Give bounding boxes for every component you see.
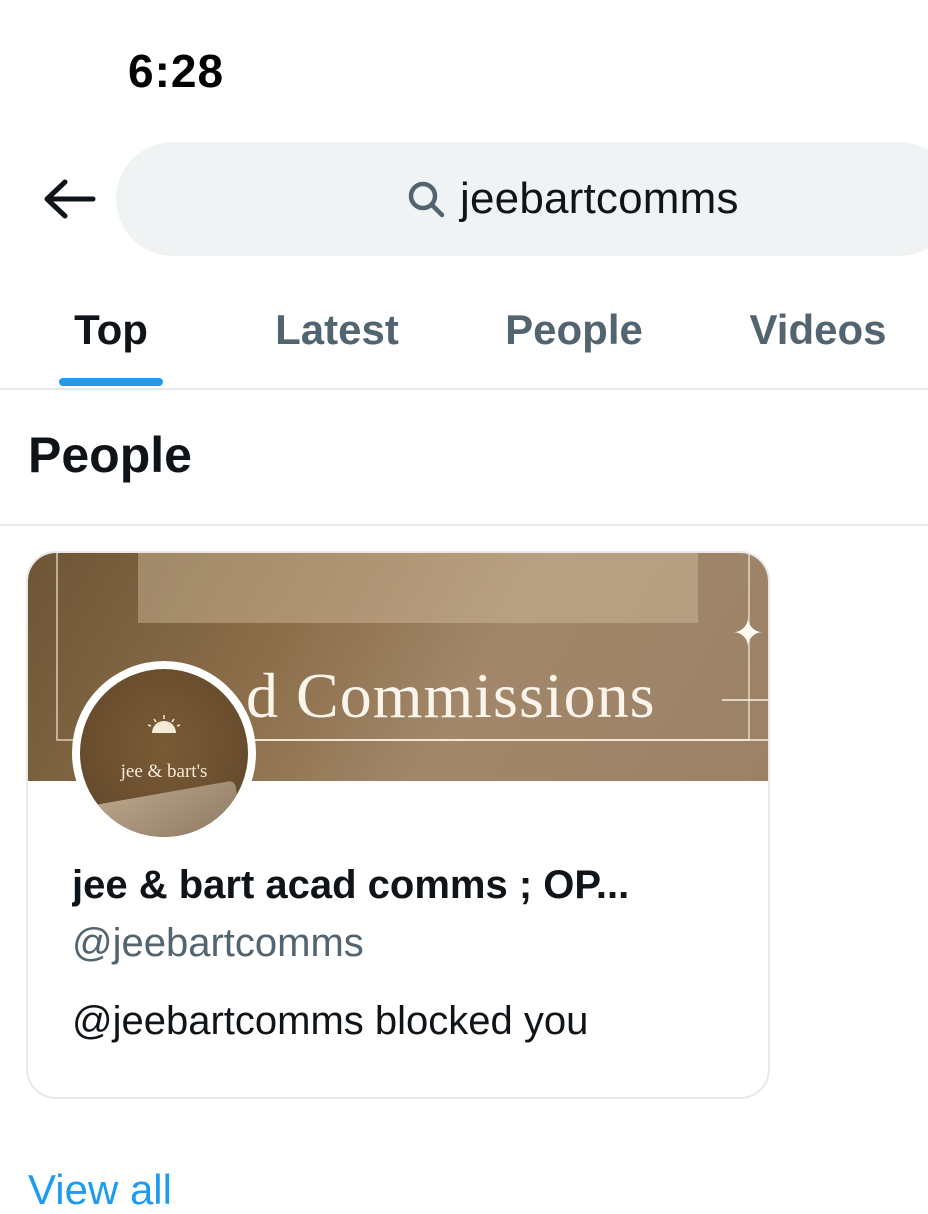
banner-text: d Commissions	[246, 660, 656, 731]
tab-people[interactable]: People	[494, 272, 654, 388]
user-handle: @jeebartcomms	[72, 921, 364, 965]
tab-latest[interactable]: Latest	[262, 272, 412, 388]
avatar-text: jee & bart's	[120, 761, 208, 782]
status-time: 6:28	[128, 45, 225, 97]
search-icon	[408, 181, 445, 218]
user-display-name: jee & bart acad comms ; OP...	[72, 863, 630, 907]
user-card[interactable]: d Commissions ✦ jee & bart's jee & bart …	[26, 551, 770, 1099]
back-button[interactable]	[38, 170, 102, 228]
tab-top[interactable]: Top	[60, 272, 162, 388]
view-all-link[interactable]: View all	[28, 1166, 172, 1214]
laptop-shape	[86, 780, 244, 837]
section-title: People	[28, 427, 192, 483]
blocked-notice: @jeebartcomms blocked you	[72, 999, 589, 1043]
banner-divider	[228, 739, 768, 741]
status-bar: 6:28	[0, 0, 928, 130]
banner-divider-right	[722, 699, 768, 701]
avatar[interactable]: jee & bart's	[72, 661, 256, 845]
search-query: jeebartcomms	[460, 174, 739, 223]
sun-emblem-icon	[147, 715, 181, 733]
avatar-image: jee & bart's	[80, 669, 248, 837]
people-section-header: People	[0, 390, 928, 526]
search-input[interactable]: jeebartcomms	[116, 142, 928, 256]
search-row: jeebartcomms	[0, 140, 928, 258]
tab-videos[interactable]: Videos	[738, 272, 898, 388]
active-tab-indicator	[59, 378, 163, 386]
tab-bar: Top Latest People Videos	[0, 272, 928, 390]
back-arrow-icon	[44, 179, 96, 219]
sparkle-icon: ✦	[732, 613, 764, 655]
